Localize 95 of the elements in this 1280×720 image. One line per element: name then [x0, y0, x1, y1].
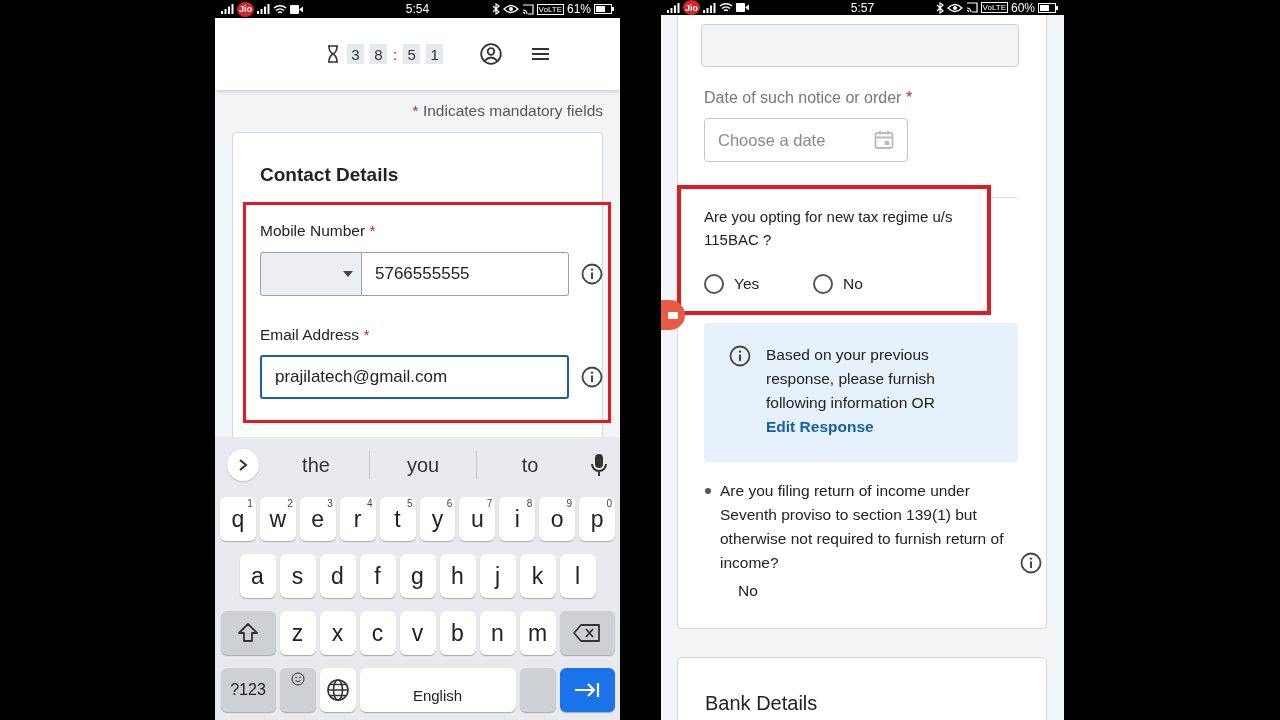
card-title: Contact Details [260, 164, 399, 186]
tab-arrow-icon [574, 681, 600, 699]
signal-icon [703, 2, 716, 13]
key[interactable]: b [439, 611, 476, 655]
backspace-icon [573, 623, 601, 643]
key[interactable]: n [479, 611, 516, 655]
microphone-icon[interactable] [591, 453, 607, 477]
symbols-key[interactable]: ?123 [220, 668, 276, 712]
clock-time: 5:54 [405, 2, 430, 16]
network-label: VoLTE [536, 3, 564, 15]
bullet-dot [705, 488, 711, 494]
edit-response-link[interactable]: Edit Response [766, 418, 874, 435]
key[interactable]: j [479, 554, 516, 598]
chevron-icon [238, 458, 248, 472]
backspace-key[interactable] [559, 611, 615, 655]
language-key[interactable] [319, 668, 356, 712]
info-icon[interactable] [729, 345, 751, 367]
info-icon[interactable] [581, 263, 603, 285]
wifi-icon [273, 3, 287, 15]
eye-icon [946, 2, 963, 13]
expand-button[interactable] [227, 449, 259, 481]
question-text: Are you filing return of income under Seventh proviso to section 139(1) but otherwise not required to furnish return of income? [720, 481, 1005, 573]
smiley-icon [290, 672, 305, 686]
clock-time: 5:57 [850, 0, 875, 15]
key[interactable]: l [559, 554, 596, 598]
key[interactable]: k [519, 554, 556, 598]
field-label: Email Address * [260, 327, 370, 343]
info-icon[interactable] [581, 366, 603, 388]
key[interactable]: x [319, 611, 356, 655]
signal-icon [667, 2, 680, 13]
timer-separator: : [393, 45, 398, 63]
key[interactable]: d [319, 554, 356, 598]
key[interactable]: a [239, 554, 276, 598]
radio-button[interactable] [813, 274, 833, 294]
mandatory-note: * Indicates mandatory fields [412, 102, 603, 119]
emoji-key[interactable] [279, 668, 316, 712]
eye-icon [502, 4, 519, 14]
phone-input[interactable]: 5766555555 [362, 252, 569, 296]
radio-option[interactable]: No [813, 274, 922, 294]
answer-text: No [738, 582, 758, 600]
cast-icon [965, 2, 978, 13]
field-label: Date of such notice or order * [704, 89, 913, 106]
menu-icon[interactable] [532, 48, 550, 60]
key[interactable]: z [279, 611, 316, 655]
key[interactable]: f [359, 554, 396, 598]
enter-key[interactable] [559, 668, 615, 712]
suggestion[interactable]: you [370, 453, 476, 477]
signal-icon [257, 4, 270, 14]
timer-digit: 3 [347, 44, 364, 64]
signal-icon [221, 4, 234, 14]
suggestion[interactable]: to [477, 453, 583, 477]
key[interactable]: i 8 [499, 497, 536, 541]
info-icon[interactable] [1020, 552, 1042, 574]
question-text: Are you opting for new tax regime u/s 115BAC ? [704, 207, 954, 250]
battery-level: 61% [567, 2, 591, 16]
wifi-icon [719, 2, 733, 13]
floating-button[interactable] [661, 300, 685, 330]
key[interactable]: m [519, 611, 556, 655]
hourglass-icon [327, 45, 339, 63]
timer-digit: 8 [370, 44, 387, 64]
radio-option[interactable]: Yes [704, 274, 813, 294]
radio-button[interactable] [704, 274, 724, 294]
carrier-badge: Jio [683, 0, 700, 15]
profile-icon[interactable] [480, 43, 503, 65]
key[interactable]: c [359, 611, 396, 655]
shift-key[interactable] [220, 611, 276, 655]
field-label: Mobile Number * [260, 223, 376, 239]
network-label: VoLTE [980, 2, 1008, 13]
globe-icon [325, 678, 350, 702]
section-title: Bank Details [705, 692, 818, 715]
bluetooth-icon [491, 3, 500, 15]
key[interactable]: t 5 [379, 497, 416, 541]
timer-digit: 1 [426, 44, 444, 64]
battery-icon [594, 4, 614, 14]
key[interactable]: g [399, 554, 436, 598]
key[interactable]: v [399, 611, 436, 655]
text-field[interactable] [701, 24, 1019, 67]
calendar-icon [874, 130, 894, 150]
dropdown-arrow-icon [343, 271, 353, 277]
cast-icon [521, 3, 534, 15]
date-field[interactable]: Choose a date [704, 118, 908, 162]
email-input[interactable]: prajilatech@gmail.com [260, 355, 569, 399]
key[interactable]: r 4 [339, 497, 376, 541]
key[interactable]: h [439, 554, 476, 598]
carrier-badge: Jio [237, 1, 254, 17]
shift-icon [236, 621, 260, 645]
key[interactable]: s [279, 554, 316, 598]
space-key[interactable]: English [359, 668, 516, 712]
suggestion[interactable]: the [263, 453, 369, 477]
info-text: Based on your previous response, please furnish following information OR Edit Response [766, 345, 936, 437]
video-icon [290, 4, 303, 14]
battery-icon [1038, 2, 1058, 13]
battery-level: 60% [1011, 0, 1035, 15]
video-icon [736, 3, 749, 12]
timer-digit: 5 [403, 44, 421, 64]
